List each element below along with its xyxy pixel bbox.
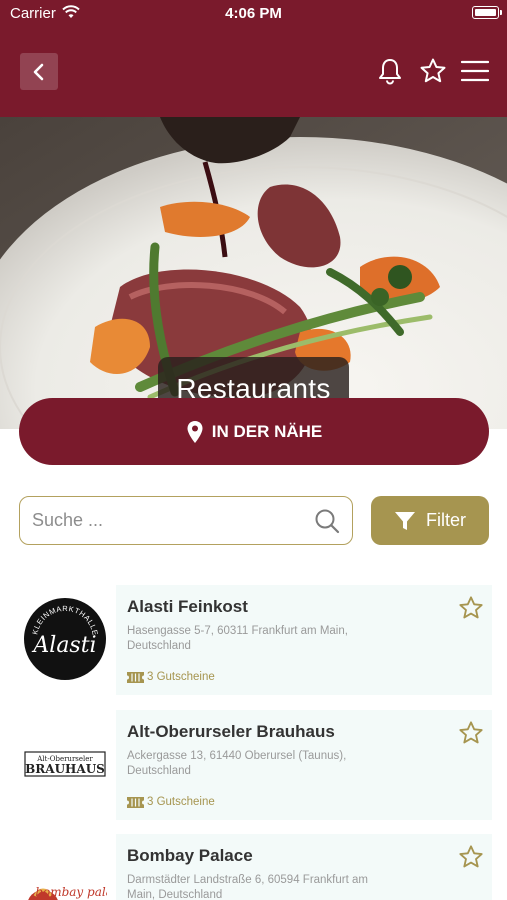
- list-item[interactable]: KLEINMARKTHALLE Alasti Alasti Feinkost H…: [0, 585, 507, 697]
- status-bar: Carrier 4:06 PM: [0, 0, 507, 28]
- restaurant-card[interactable]: Alasti Feinkost Hasengasse 5-7, 60311 Fr…: [116, 585, 492, 695]
- restaurant-address: Darmstädter Landstraße 6, 60594 Frankfur…: [127, 874, 368, 900]
- near-me-button[interactable]: IN DER NÄHE: [19, 398, 489, 465]
- bombay-palace-logo-icon: bombay palace: [28, 885, 107, 900]
- voucher-label: 3 Gutscheine: [147, 796, 215, 808]
- app-header: Carrier 4:06 PM: [0, 0, 507, 117]
- menu-button[interactable]: [461, 57, 489, 85]
- chevron-left-icon: [33, 63, 44, 80]
- voucher-count: 3 Gutscheine: [127, 796, 215, 808]
- bell-icon: [379, 59, 401, 85]
- ticket-icon: [127, 671, 144, 683]
- brauhaus-logo-icon: Alt-Oberurseler BRAUHAUS: [24, 751, 106, 777]
- near-me-label: IN DER NÄHE: [211, 421, 323, 441]
- restaurant-card[interactable]: Bombay Palace Darmstädter Landstraße 6, …: [116, 834, 492, 900]
- filter-button[interactable]: Filter: [371, 496, 489, 545]
- search-box[interactable]: [19, 496, 353, 545]
- restaurant-address: Ackergasse 13, 61440 Oberursel (Taunus),…: [127, 750, 347, 777]
- logo-text: Alasti: [31, 633, 96, 658]
- logo-text: bombay palace: [35, 885, 107, 899]
- restaurant-name: Bombay Palace: [127, 846, 253, 865]
- search-input[interactable]: [32, 510, 302, 531]
- star-outline-icon: [420, 58, 446, 83]
- search-icon[interactable]: [314, 508, 340, 534]
- voucher-count: 3 Gutscheine: [127, 671, 215, 683]
- battery-icon: [472, 6, 502, 19]
- favorite-star-icon[interactable]: [458, 720, 484, 746]
- hamburger-menu-icon: [461, 60, 489, 82]
- restaurant-name: Alt-Oberurseler Brauhaus: [127, 722, 335, 741]
- notifications-button[interactable]: [376, 57, 404, 85]
- restaurant-logo: bombay palace: [22, 856, 108, 900]
- favorite-star-icon[interactable]: [458, 844, 484, 870]
- clock: 4:06 PM: [225, 5, 282, 22]
- restaurant-address: Hasengasse 5-7, 60311 Frankfurt am Main,…: [127, 625, 348, 652]
- ticket-icon: [127, 796, 144, 808]
- map-pin-icon: [187, 420, 203, 443]
- logo-text: BRAUHAUS: [25, 762, 105, 776]
- hero-image: Restaurants: [0, 117, 507, 429]
- restaurant-logo: KLEINMARKTHALLE Alasti: [22, 596, 108, 682]
- favorites-button[interactable]: [419, 57, 447, 85]
- back-button[interactable]: [20, 53, 58, 90]
- alasti-logo-icon: KLEINMARKTHALLE Alasti: [24, 598, 106, 680]
- favorite-star-icon[interactable]: [458, 595, 484, 621]
- restaurant-name: Alasti Feinkost: [127, 597, 248, 616]
- restaurant-card[interactable]: Alt-Oberurseler Brauhaus Ackergasse 13, …: [116, 710, 492, 820]
- list-item[interactable]: Alt-Oberurseler BRAUHAUS Alt-Oberurseler…: [0, 710, 507, 822]
- filter-label: Filter: [426, 510, 466, 530]
- list-item[interactable]: bombay palace Bombay Palace Darmstädter …: [0, 834, 507, 900]
- funnel-icon: [395, 511, 415, 530]
- voucher-label: 3 Gutscheine: [147, 671, 215, 683]
- restaurant-logo: Alt-Oberurseler BRAUHAUS: [22, 721, 108, 807]
